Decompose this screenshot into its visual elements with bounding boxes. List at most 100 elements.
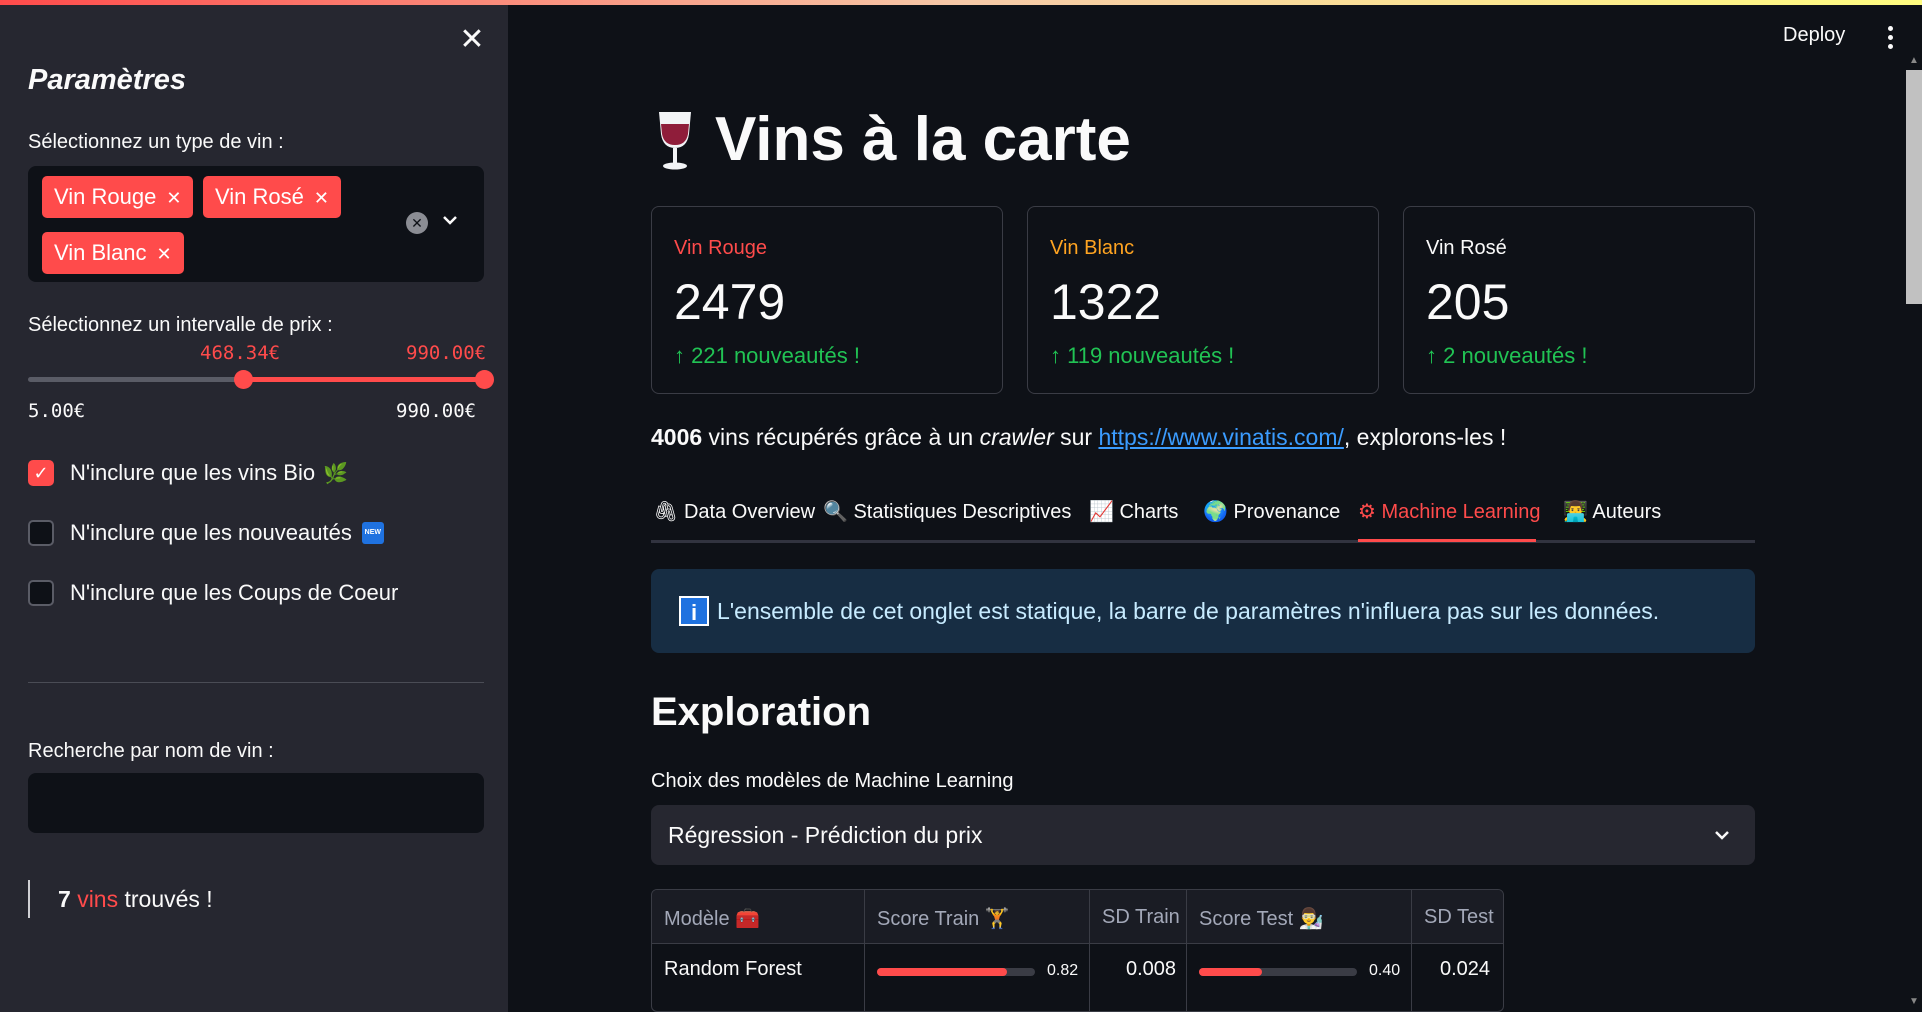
chevron-down-icon	[1715, 831, 1729, 840]
page-title-text: Vins à la carte	[715, 105, 1131, 174]
chip-remove-icon[interactable]: ✕	[166, 188, 181, 208]
metric-delta: ↑ 2 nouveautés !	[1426, 343, 1588, 368]
price-high-value: 990.00€	[406, 342, 487, 364]
vinatis-link[interactable]: https://www.vinatis.com/	[1098, 424, 1343, 450]
page-title: Vins à la carte	[651, 104, 1131, 175]
table-cell-model[interactable]: Random Forest	[664, 958, 802, 981]
deploy-button[interactable]: Deploy	[1783, 24, 1845, 47]
header-modele[interactable]: Modèle 🧰	[664, 906, 760, 931]
checkbox-coups-de-coeur-box[interactable]	[28, 580, 54, 606]
info-text: L'ensemble de cet onglet est statique, l…	[717, 597, 1660, 624]
tab-machine-learning[interactable]: ⚙ Machine Learning	[1358, 499, 1541, 524]
model-select-label: Choix des modèles de Machine Learning	[651, 770, 1014, 792]
metric-delta: ↑ 221 nouveautés !	[674, 343, 860, 368]
price-low-value: 468.34€	[200, 342, 281, 364]
weightlifter-icon: 🏋	[984, 908, 1010, 930]
tab-data-overview[interactable]: 🖇 Data Overview	[653, 499, 815, 524]
sidebar-title: Paramètres	[28, 64, 186, 96]
chevron-down-icon[interactable]	[440, 208, 460, 232]
column-sd-train: SD Train 0.008	[1090, 890, 1187, 1011]
checkbox-coups-de-coeur[interactable]: N'inclure que les Coups de Coeur	[28, 578, 398, 608]
chip-remove-icon[interactable]: ✕	[157, 244, 172, 264]
developer-icon: 👨‍💻	[1563, 501, 1588, 523]
header-score-test[interactable]: Score Test 👨‍🔬	[1199, 906, 1324, 931]
price-slider-high-handle[interactable]	[475, 370, 494, 389]
chip-remove-icon[interactable]: ✕	[314, 188, 329, 208]
wine-type-multiselect[interactable]: Vin Rouge ✕ Vin Rosé ✕ Vin Blanc ✕ ✕	[28, 166, 484, 282]
info-icon: i	[679, 596, 709, 626]
metric-value: 205	[1426, 274, 1510, 330]
paperclip-icon: 🖇	[653, 501, 679, 523]
price-max-label: 990.00€	[396, 400, 477, 422]
clear-all-icon[interactable]: ✕	[406, 212, 428, 234]
checkbox-nouveautes[interactable]: N'inclure que les nouveautés NEW	[28, 518, 384, 548]
arrow-up-icon: ↑	[1426, 343, 1444, 368]
globe-icon: 🌍	[1203, 501, 1228, 523]
model-select-value: Régression - Prédiction du prix	[668, 822, 983, 848]
metric-label: Vin Rouge	[674, 237, 768, 259]
price-range-label: Sélectionnez un intervalle de prix :	[28, 314, 333, 336]
new-badge-icon: NEW	[361, 522, 384, 544]
column-score-train: Score Train 🏋 0.82	[865, 890, 1090, 1011]
score-train-value[interactable]: 0.82	[1047, 962, 1078, 980]
page-scrollbar[interactable]	[1906, 70, 1922, 1012]
tab-statistiques-descriptives[interactable]: 🔍 Statistiques Descriptives	[823, 499, 1071, 524]
column-modele: Modèle 🧰 Random Forest	[652, 890, 865, 1011]
checkbox-bio[interactable]: ✓ N'inclure que les vins Bio 🌿	[28, 458, 348, 488]
tab-provenance[interactable]: 🌍 Provenance	[1203, 499, 1340, 524]
score-test-value[interactable]: 0.40	[1369, 962, 1400, 980]
wine-name-search-input[interactable]	[28, 773, 484, 833]
section-heading-exploration: Exploration	[651, 690, 872, 734]
sd-train-value[interactable]: 0.008	[1126, 958, 1176, 981]
wines-found-callout: 7 vins trouvés !	[28, 880, 213, 918]
score-train-bar-fill	[877, 968, 1007, 976]
found-count: 7	[58, 886, 71, 912]
wine-type-label: Sélectionnez un type de vin :	[28, 131, 284, 153]
price-slider-low-handle[interactable]	[233, 370, 253, 389]
sidebar: ✕ Paramètres Sélectionnez un type de vin…	[0, 0, 508, 1012]
main-menu-icon[interactable]	[1882, 24, 1898, 50]
price-min-label: 5.00€	[28, 400, 86, 422]
chip-vin-rouge[interactable]: Vin Rouge ✕	[42, 176, 194, 218]
wine-glass-icon	[659, 111, 691, 169]
close-sidebar-button[interactable]: ✕	[456, 24, 488, 56]
header-sd-train[interactable]: SD Train	[1102, 906, 1180, 929]
active-tab-indicator	[1358, 539, 1536, 542]
header-sd-test[interactable]: SD Test	[1424, 906, 1494, 929]
checkbox-coups-de-coeur-label: N'inclure que les Coups de Coeur	[70, 580, 399, 605]
herb-icon: 🌿	[323, 462, 348, 485]
scroll-down-arrow-icon[interactable]: ▼	[1908, 996, 1920, 1008]
metric-delta: ↑ 119 nouveautés !	[1050, 343, 1235, 368]
checkbox-nouveautes-label: N'inclure que les nouveautés	[70, 520, 352, 545]
model-select[interactable]: Régression - Prédiction du prix	[651, 805, 1755, 865]
chart-icon: 📈	[1089, 501, 1114, 523]
model-scores-table[interactable]: Modèle 🧰 Random Forest Score Train 🏋 0.8…	[651, 889, 1504, 1012]
arrow-up-icon: ↑	[1050, 343, 1068, 368]
metric-value: 2479	[674, 274, 786, 330]
chip-vin-blanc[interactable]: Vin Blanc ✕	[42, 232, 184, 274]
header-score-train[interactable]: Score Train 🏋	[877, 906, 1010, 931]
price-slider-track[interactable]	[28, 370, 494, 389]
arrow-up-icon: ↑	[674, 343, 692, 368]
scroll-up-arrow-icon[interactable]: ▲	[1908, 55, 1920, 67]
magnifier-icon: 🔍	[823, 501, 848, 523]
metric-label: Vin Rosé	[1426, 237, 1507, 259]
metric-vin-rouge: Vin Rouge 2479 ↑ 221 nouveautés !	[651, 206, 1003, 394]
metric-label: Vin Blanc	[1050, 237, 1135, 259]
gear-icon: ⚙	[1358, 501, 1376, 523]
checkbox-bio-label: N'inclure que les vins Bio	[70, 460, 316, 485]
chip-vin-rose[interactable]: Vin Rosé ✕	[203, 176, 341, 218]
tab-auteurs[interactable]: 👨‍💻 Auteurs	[1563, 499, 1661, 524]
scientist-icon: 👨‍🔬	[1298, 908, 1324, 930]
metric-value: 1322	[1050, 274, 1162, 330]
checkbox-nouveautes-box[interactable]	[28, 520, 54, 546]
metric-vin-rose: Vin Rosé 205 ↑ 2 nouveautés !	[1403, 206, 1755, 394]
checkbox-bio-box[interactable]: ✓	[28, 460, 54, 486]
scrollbar-thumb[interactable]	[1906, 70, 1922, 304]
sd-test-value[interactable]: 0.024	[1440, 958, 1490, 981]
sidebar-divider	[28, 682, 484, 683]
score-test-bar-fill	[1199, 968, 1263, 976]
intro-text: 4006 vins récupérés grâce à un crawler s…	[651, 424, 1507, 450]
tab-charts[interactable]: 📈 Charts	[1089, 499, 1178, 524]
info-alert: i L'ensemble de cet onglet est statique,…	[651, 569, 1755, 653]
